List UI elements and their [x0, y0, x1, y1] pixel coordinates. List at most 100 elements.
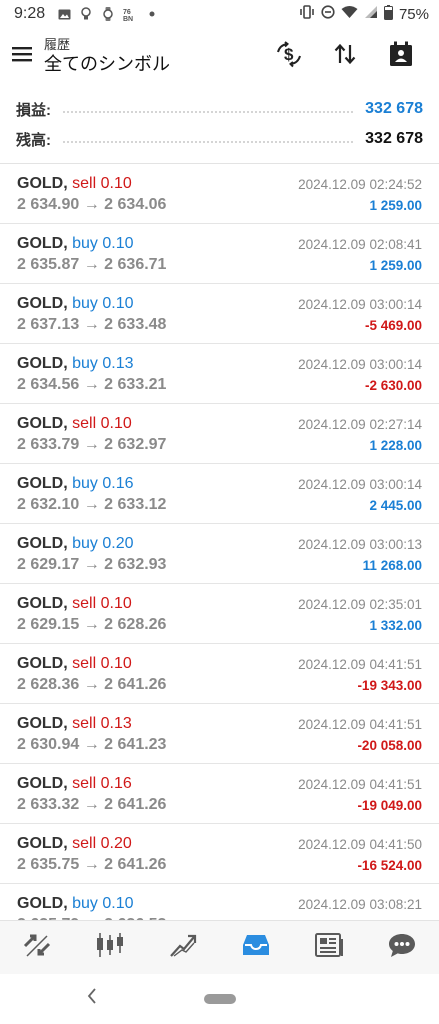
deal-symbol: GOLD, — [17, 655, 68, 672]
deal-side: buy — [72, 295, 98, 312]
deal-title: GOLD, sell 0.10 — [17, 655, 132, 673]
nav-history[interactable] — [220, 921, 293, 974]
deal-time: 2024.12.09 03:00:14 — [298, 477, 422, 492]
nav-chat[interactable] — [366, 921, 439, 974]
page-subtitle: 履歴 — [44, 37, 71, 52]
deal-profit: -2 630.00 — [364, 378, 422, 393]
deal-symbol: GOLD, — [17, 355, 68, 372]
profit-row: 損益: 332 678 — [16, 97, 423, 121]
svg-text:76: 76 — [123, 9, 131, 16]
deal-profit: -5 469.00 — [364, 318, 422, 333]
chart-candles-icon — [95, 931, 125, 964]
sort-button[interactable] — [317, 32, 373, 80]
deal-volume: 0.13 — [102, 355, 134, 372]
deal-prices: 2 628.36 → 2 641.26 — [17, 676, 167, 693]
deal-row[interactable]: GOLD, sell 0.10 2 633.79 → 2 632.97 2024.1… — [0, 404, 439, 464]
deal-row[interactable]: GOLD, buy 0.102 635.79 → 2 636.532024.12… — [0, 884, 439, 920]
deal-time: 2024.12.09 03:00:14 — [298, 357, 422, 372]
deal-title: GOLD, sell 0.10 — [17, 175, 132, 193]
balance-value: 332 678 — [365, 130, 423, 147]
nav-trade[interactable] — [146, 921, 219, 974]
deal-prices: 2 634.90 → 2 634.06 — [17, 196, 167, 213]
deal-row[interactable]: GOLD, sell 0.10 2 634.90 → 2 634.06 2024.1… — [0, 164, 439, 224]
calendar-icon — [389, 41, 413, 72]
deal-volume: 0.16 — [102, 475, 134, 492]
wifi-icon — [341, 5, 358, 23]
deal-time: 2024.12.09 02:27:14 — [298, 417, 422, 432]
deal-title: GOLD, buy 0.10 — [17, 295, 134, 313]
status-time: 9:28 — [14, 5, 46, 22]
deal-profit: -16 524.00 — [357, 858, 422, 873]
deal-title: GOLD, sell 0.10 — [17, 415, 132, 433]
deal-row[interactable]: GOLD, sell 0.20 2 635.75 → 2 641.26 2024.1… — [0, 824, 439, 884]
deal-row[interactable]: GOLD, buy 0.13 2 634.56 → 2 633.21 2024.12… — [0, 344, 439, 404]
deal-title: GOLD, sell 0.10 — [17, 595, 132, 613]
profit-value: 332 678 — [365, 100, 423, 117]
nav-quotes[interactable] — [0, 921, 73, 974]
deal-title: GOLD, sell 0.16 — [17, 775, 132, 793]
currency-exchange-icon: $ — [275, 40, 303, 73]
balance-label: 残高: — [16, 131, 51, 149]
deal-time: 2024.12.09 02:08:41 — [298, 237, 422, 252]
deal-side: sell — [72, 835, 97, 852]
signal-icon — [364, 5, 378, 23]
history-inbox-icon — [242, 933, 270, 962]
deal-prices: 2 634.56 → 2 633.21 — [17, 376, 167, 393]
nav-news[interactable] — [293, 921, 366, 974]
deal-row[interactable]: GOLD, sell 0.16 2 633.32 → 2 641.26 2024.1… — [0, 764, 439, 824]
deal-row[interactable]: GOLD, sell 0.10 2 628.36 → 2 641.26 2024.1… — [0, 644, 439, 704]
deal-time: 2024.12.09 02:24:52 — [298, 177, 422, 192]
watch-icon — [101, 7, 115, 21]
deal-symbol: GOLD, — [17, 775, 68, 792]
period-button[interactable] — [373, 32, 429, 80]
deal-row[interactable]: GOLD, buy 0.10 2 637.13 → 2 633.48 2024.12… — [0, 284, 439, 344]
deal-time: 2024.12.09 04:41:51 — [298, 657, 422, 672]
deal-prices: 2 637.13 → 2 633.48 — [17, 316, 167, 333]
currency-sort-button[interactable]: $ — [261, 32, 317, 80]
deal-volume: 0.13 — [100, 715, 132, 732]
deal-prices: 2 633.79 → 2 632.97 — [17, 436, 167, 453]
battery-percent: 75% — [398, 5, 429, 23]
dot-icon — [145, 7, 159, 21]
deal-title: GOLD, buy 0.10 — [17, 895, 134, 913]
hamburger-icon — [12, 46, 32, 67]
app-bar-titles[interactable]: 履歴 全てのシンボル — [44, 37, 261, 75]
deal-profit: 2 445.00 — [369, 498, 422, 513]
menu-button[interactable] — [0, 28, 44, 84]
system-home-pill[interactable] — [204, 994, 236, 1004]
deal-prices: 2 635.75 → 2 641.26 — [17, 856, 167, 873]
deal-side: sell — [72, 655, 97, 672]
deal-row[interactable]: GOLD, buy 0.16 2 632.10 → 2 633.12 2024.12… — [0, 464, 439, 524]
deal-row[interactable]: GOLD, sell 0.13 2 630.94 → 2 641.23 2024.1… — [0, 704, 439, 764]
deal-symbol: GOLD, — [17, 835, 68, 852]
deals-list[interactable]: GOLD, sell 0.10 2 634.90 → 2 634.06 2024.1… — [0, 164, 439, 920]
deal-profit: -19 343.00 — [357, 678, 422, 693]
deal-prices: 2 632.10 → 2 633.12 — [17, 496, 167, 513]
system-navigation — [0, 974, 439, 1024]
deal-prices: 2 635.87 → 2 636.71 — [17, 256, 167, 273]
deal-row[interactable]: GOLD, buy 0.20 2 629.17 → 2 632.93 2024.12… — [0, 524, 439, 584]
data-icon: 76 BN — [123, 7, 137, 21]
deal-symbol: GOLD, — [17, 175, 68, 192]
deal-profit: 1 228.00 — [369, 438, 422, 453]
deal-row[interactable]: GOLD, sell 0.10 2 629.15 → 2 628.26 2024.1… — [0, 584, 439, 644]
deal-profit: -20 058.00 — [357, 738, 422, 753]
deal-volume: 0.16 — [100, 775, 132, 792]
deal-symbol: GOLD, — [17, 475, 68, 492]
nav-chart[interactable] — [73, 921, 146, 974]
deal-profit: 11 268.00 — [362, 558, 422, 573]
back-chevron-icon — [87, 987, 97, 1009]
deal-title: GOLD, buy 0.20 — [17, 535, 134, 553]
dotted-leader — [63, 111, 354, 113]
news-icon — [315, 932, 344, 963]
deal-symbol: GOLD, — [17, 295, 68, 312]
deal-prices: 2 629.15 → 2 628.26 — [17, 616, 167, 633]
deal-row[interactable]: GOLD, buy 0.10 2 635.87 → 2 636.71 2024.12… — [0, 224, 439, 284]
system-back-button[interactable] — [84, 987, 100, 1009]
deal-side: buy — [72, 355, 98, 372]
deal-time: 2024.12.09 04:41:51 — [298, 777, 422, 792]
vibrate-icon — [299, 5, 315, 23]
deal-volume: 0.10 — [100, 175, 132, 192]
deal-time: 2024.12.09 03:00:13 — [298, 537, 422, 552]
battery-icon — [383, 4, 393, 24]
